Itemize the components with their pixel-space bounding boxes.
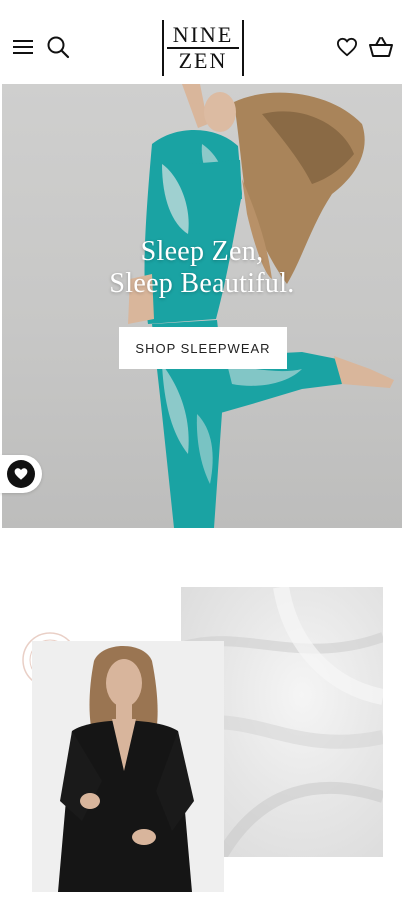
wishlist-button[interactable] (333, 34, 361, 60)
logo-line-1: NINE (172, 22, 234, 47)
site-header: NINE ZEN (0, 0, 404, 84)
cart-button[interactable] (366, 33, 396, 61)
shop-sleepwear-button[interactable]: SHOP SLEEPWEAR (119, 327, 287, 369)
menu-icon (13, 40, 33, 54)
logo-line-2: ZEN (178, 48, 228, 73)
menu-button[interactable] (10, 34, 36, 60)
hero-model-image (128, 84, 394, 528)
heart-filled-icon (14, 468, 28, 480)
hero-headline-line-1: Sleep Zen, (140, 236, 264, 267)
search-icon (47, 36, 70, 59)
robe-model-figure (32, 641, 224, 892)
hero-headline-line-2: Sleep Beautiful. (109, 268, 295, 299)
robe-model-image[interactable] (32, 641, 224, 892)
brand-logo[interactable]: NINE ZEN (162, 20, 244, 76)
floating-wishlist-button[interactable] (0, 455, 42, 493)
hero-banner[interactable]: Sleep Zen, Sleep Beautiful. SHOP SLEEPWE… (2, 84, 402, 528)
basket-icon (369, 37, 393, 57)
heart-icon (336, 37, 357, 57)
floating-wishlist-circle (7, 460, 35, 488)
search-button[interactable] (44, 33, 72, 61)
